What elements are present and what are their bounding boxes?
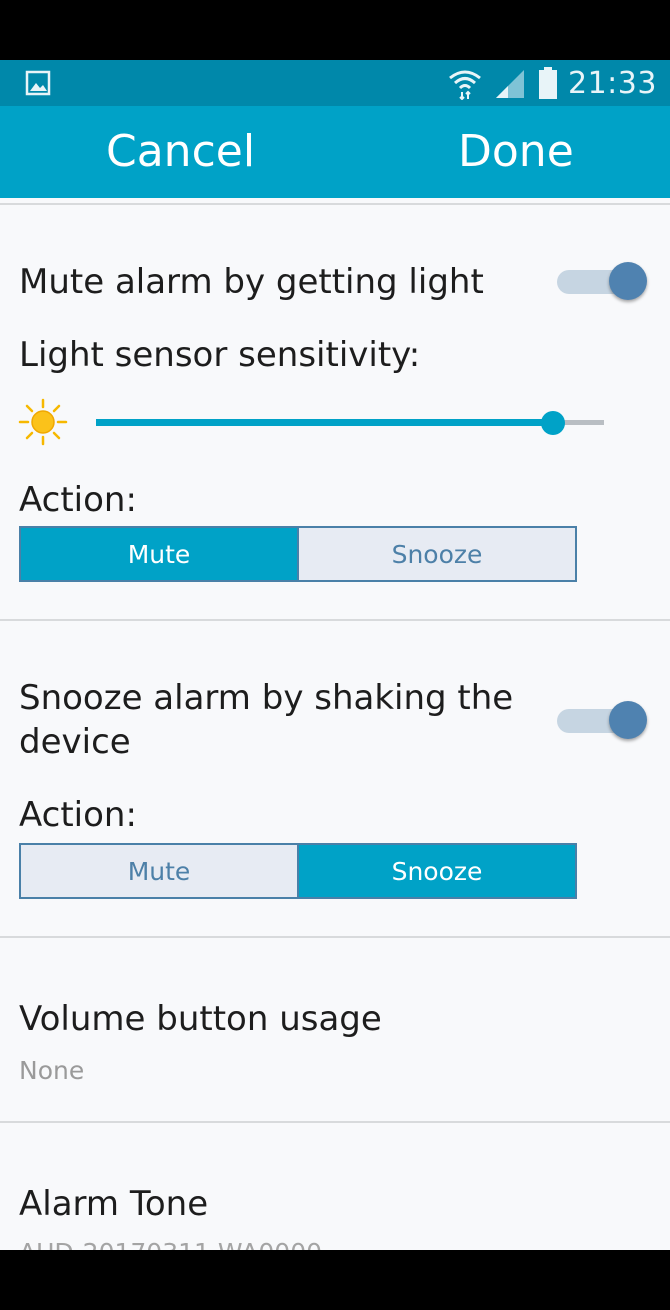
gallery-notification-icon — [25, 70, 51, 96]
snooze-by-shake-label-line2: device — [19, 722, 131, 762]
wifi-icon — [449, 70, 481, 100]
shake-action-segmented-control: Mute Snooze — [19, 843, 577, 899]
battery-icon — [539, 67, 557, 99]
slider-fill — [96, 419, 553, 426]
shake-action-label: Action: — [19, 795, 137, 835]
volume-button-usage-value: None — [19, 1056, 85, 1085]
slider-thumb[interactable] — [541, 411, 565, 435]
shake-action-snooze-option[interactable]: Snooze — [297, 845, 575, 897]
signal-icon — [496, 70, 524, 98]
action-bar: Cancel Done — [0, 106, 670, 198]
done-button[interactable]: Done — [458, 126, 574, 177]
status-bar: 21:33 — [0, 60, 670, 106]
cancel-button[interactable]: Cancel — [106, 126, 255, 177]
light-action-label: Action: — [19, 480, 137, 520]
sensitivity-slider[interactable] — [96, 408, 604, 438]
volume-button-usage-label: Volume button usage — [19, 999, 382, 1039]
sun-icon — [18, 398, 68, 446]
mute-by-light-toggle[interactable] — [557, 261, 649, 301]
divider — [0, 203, 670, 205]
clock: 21:33 — [568, 66, 657, 101]
toggle-thumb — [609, 262, 647, 300]
light-action-mute-option[interactable]: Mute — [21, 528, 297, 580]
bottom-bezel — [0, 1250, 670, 1310]
alarm-tone-label: Alarm Tone — [19, 1184, 209, 1224]
divider — [0, 619, 670, 621]
top-bezel — [0, 0, 670, 60]
divider — [0, 936, 670, 938]
snooze-by-shake-toggle[interactable] — [557, 700, 649, 740]
mute-by-light-label: Mute alarm by getting light — [19, 262, 484, 302]
toggle-thumb — [609, 701, 647, 739]
settings-list: Mute alarm by getting light Light sensor… — [0, 198, 670, 1250]
light-action-segmented-control: Mute Snooze — [19, 526, 577, 582]
divider — [0, 1121, 670, 1123]
light-action-snooze-option[interactable]: Snooze — [297, 528, 575, 580]
alarm-tone-value: AUD-20170311-WA0000 — [19, 1238, 322, 1250]
shake-action-mute-option[interactable]: Mute — [21, 845, 297, 897]
snooze-by-shake-label-line1: Snooze alarm by shaking the — [19, 678, 514, 718]
sensitivity-label: Light sensor sensitivity: — [19, 335, 421, 375]
